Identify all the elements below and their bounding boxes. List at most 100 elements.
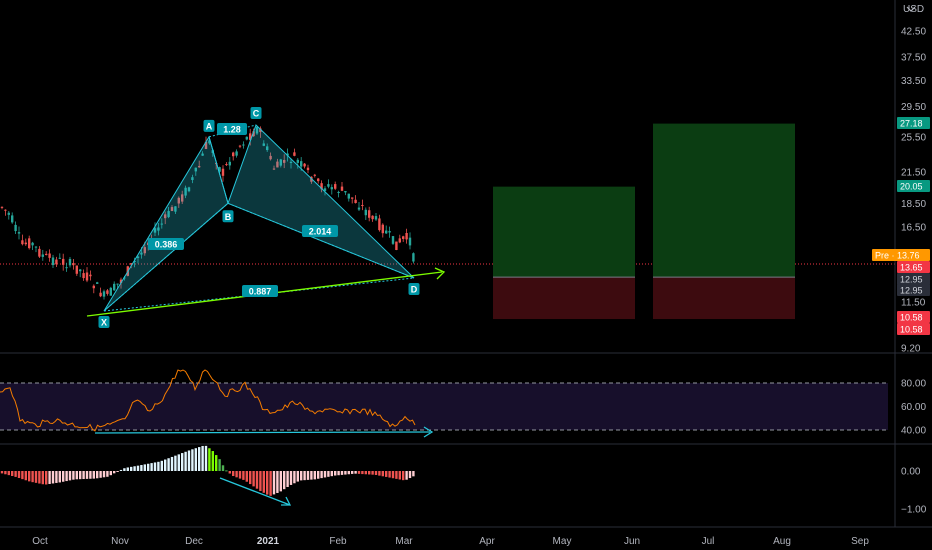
macd-bar xyxy=(228,471,231,474)
currency-label[interactable]: USD xyxy=(903,4,924,15)
macd-bar xyxy=(388,471,391,478)
macd-bar xyxy=(31,471,34,483)
macd-bar xyxy=(113,471,116,474)
time-axis-label: Nov xyxy=(111,536,129,547)
candle-body xyxy=(364,209,367,216)
candle-body xyxy=(293,152,296,156)
price-axis-tick: 16.50 xyxy=(901,222,926,233)
macd-bar xyxy=(378,471,381,476)
time-axis-label: Sep xyxy=(851,536,869,547)
macd-bar xyxy=(289,471,293,485)
candle-body xyxy=(38,248,41,257)
macd-bar xyxy=(259,471,262,491)
candle-body xyxy=(11,215,14,223)
candle-body xyxy=(221,168,225,176)
macd-bar xyxy=(198,447,201,471)
macd-bar xyxy=(286,471,289,487)
macd-axis-tick: −1.00 xyxy=(901,505,927,516)
candle-body xyxy=(225,164,228,166)
candle-body xyxy=(371,215,374,220)
candle-body xyxy=(99,292,102,297)
macd-bar xyxy=(303,471,306,481)
macd-bar xyxy=(340,471,344,475)
candle-body xyxy=(344,191,347,193)
macd-bar xyxy=(157,461,160,471)
macd-bar xyxy=(283,471,286,490)
candle-body xyxy=(55,259,58,265)
macd-bar xyxy=(14,471,17,477)
candle-body xyxy=(378,218,381,231)
macd-bar xyxy=(398,471,401,480)
candle-body xyxy=(109,287,112,296)
candle-body xyxy=(85,272,89,281)
price-axis-tick: 11.50 xyxy=(901,297,926,308)
candle-body xyxy=(24,242,27,245)
position-profit-zone[interactable] xyxy=(493,186,635,278)
candle-body xyxy=(102,291,106,297)
candle-body xyxy=(402,236,405,239)
macd-bar xyxy=(232,471,235,477)
candle-body xyxy=(62,258,65,265)
candle-body xyxy=(34,246,38,248)
price-tag-stop-a-label: 10.58 xyxy=(900,313,923,323)
rsi-band xyxy=(0,383,888,430)
macd-bar xyxy=(296,471,299,482)
candle-body xyxy=(408,237,412,246)
macd-bar xyxy=(272,471,276,495)
rsi-axis[interactable]: 80.00 60.00 40.00 xyxy=(901,379,926,437)
macd-bar xyxy=(412,471,415,477)
candle-body xyxy=(357,207,361,210)
macd-bar xyxy=(320,471,323,479)
pattern-point-label: B xyxy=(225,212,232,222)
price-tag-premarket-label: Pre · 13.76 xyxy=(875,251,920,261)
price-tag-entry-a-label: 12.95 xyxy=(900,275,923,285)
candle-body xyxy=(68,258,72,266)
macd-bar xyxy=(351,471,354,474)
price-axis-tick: 42.50 xyxy=(901,27,926,38)
position-profit-zone[interactable] xyxy=(653,123,795,278)
macd-bar xyxy=(317,471,320,479)
candle-body xyxy=(75,265,78,274)
macd-bar xyxy=(194,448,197,471)
macd-bar xyxy=(45,471,48,485)
macd-bar xyxy=(150,463,153,471)
macd-bar xyxy=(402,471,405,481)
candle-body xyxy=(113,283,116,291)
macd-bar xyxy=(160,460,163,471)
rsi-axis-tick: 40.00 xyxy=(901,426,926,437)
macd-bar xyxy=(221,465,225,471)
macd-bar xyxy=(41,471,44,485)
candle-body xyxy=(238,145,242,147)
macd-bar xyxy=(123,468,126,471)
macd-bar xyxy=(153,462,157,471)
candle-body xyxy=(82,273,85,279)
macd-bar xyxy=(330,471,333,477)
macd-bar xyxy=(181,453,184,471)
macd-bar xyxy=(357,471,361,474)
macd-bar xyxy=(102,471,106,478)
macd-bar xyxy=(65,471,68,482)
candle-body xyxy=(368,210,371,218)
macd-bar xyxy=(96,471,99,479)
position-loss-zone[interactable] xyxy=(653,277,795,320)
macd-bar xyxy=(136,465,140,471)
candle-body xyxy=(351,197,354,199)
macd-bar xyxy=(361,471,364,475)
price-tag-tp1-label: 20.05 xyxy=(900,182,923,192)
candle-body xyxy=(242,144,245,146)
candle-body xyxy=(31,242,34,246)
candle-body xyxy=(313,174,316,176)
macd-bar xyxy=(245,471,248,482)
candle-body xyxy=(4,209,7,211)
macd-bar xyxy=(17,471,21,479)
macd-bar xyxy=(133,466,136,471)
macd-bar xyxy=(106,471,109,477)
macd-bar xyxy=(170,456,174,471)
price-axis-tick: 9.20 xyxy=(901,344,921,355)
macd-bar xyxy=(24,471,27,481)
candle-body xyxy=(385,230,388,234)
macd-bar xyxy=(7,471,10,476)
candle-body xyxy=(79,269,82,272)
position-loss-zone[interactable] xyxy=(493,277,635,320)
chart-canvas[interactable]: X A B C D 0.386 1.28 2.014 0.887 42.50 37.50 33.50… xyxy=(0,0,932,550)
